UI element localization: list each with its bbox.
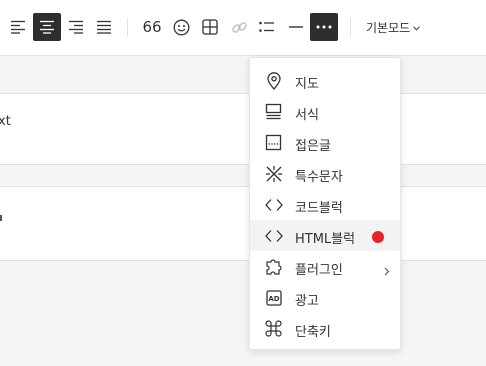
menu-item-label: 접은글 bbox=[295, 139, 331, 154]
align-justify-icon bbox=[96, 20, 112, 34]
menu-item-label: 광고 bbox=[295, 294, 319, 309]
map-pin-icon bbox=[264, 71, 283, 90]
chevron-down-icon bbox=[413, 20, 421, 34]
html-code-icon bbox=[264, 226, 283, 245]
quote-icon: 66 bbox=[142, 18, 162, 36]
editor-mode-label: 기본모드 bbox=[366, 20, 411, 35]
emoji-icon bbox=[173, 19, 190, 36]
align-right-icon bbox=[68, 20, 84, 34]
menu-item-ad[interactable]: AD 광고 bbox=[250, 282, 400, 313]
ad-icon: AD bbox=[264, 288, 283, 307]
align-left-button[interactable] bbox=[4, 13, 32, 41]
fold-icon bbox=[264, 133, 283, 152]
new-badge-dot bbox=[372, 231, 384, 243]
menu-item-map[interactable]: 지도 bbox=[250, 65, 400, 96]
code-icon bbox=[264, 195, 283, 214]
chevron-right-icon bbox=[384, 261, 390, 280]
menu-item-special-char[interactable]: 특수문자 bbox=[250, 158, 400, 189]
align-justify-button[interactable] bbox=[90, 13, 118, 41]
menu-item-plugin[interactable]: 플러그인 bbox=[250, 251, 400, 282]
table-icon bbox=[202, 19, 218, 35]
special-char-icon bbox=[264, 164, 283, 183]
menu-item-code-block[interactable]: 코드블럭 bbox=[250, 189, 400, 220]
menu-item-shortcuts[interactable]: 단축키 bbox=[250, 313, 400, 344]
template-icon bbox=[264, 102, 283, 121]
more-button[interactable] bbox=[310, 13, 338, 41]
editor-block[interactable]: xt bbox=[0, 93, 486, 165]
table-button[interactable] bbox=[196, 13, 224, 41]
editor-block-text: xt bbox=[0, 114, 11, 129]
more-options-menu: 지도 서식 접은글 특수문자 코드블럭 HTML블럭 플러그인 AD 광고 단축… bbox=[249, 57, 401, 350]
align-center-button[interactable] bbox=[33, 13, 61, 41]
menu-item-template[interactable]: 서식 bbox=[250, 96, 400, 127]
horizontal-rule-icon bbox=[288, 25, 304, 29]
command-icon bbox=[264, 319, 283, 338]
svg-text:AD: AD bbox=[268, 295, 279, 303]
toolbar-divider bbox=[350, 18, 351, 36]
menu-item-label: 플러그인 bbox=[295, 263, 343, 278]
editor-toolbar: 66 기본모드 bbox=[0, 0, 486, 56]
link-icon bbox=[231, 19, 248, 36]
menu-item-label: 서식 bbox=[295, 108, 319, 123]
text-cursor bbox=[0, 215, 2, 221]
align-right-button[interactable] bbox=[62, 13, 90, 41]
menu-item-label: 코드블럭 bbox=[295, 201, 343, 216]
list-button[interactable] bbox=[253, 13, 281, 41]
menu-item-html-block[interactable]: HTML블럭 bbox=[250, 220, 400, 251]
menu-item-label: HTML블럭 bbox=[295, 232, 356, 247]
emoji-button[interactable] bbox=[167, 13, 195, 41]
toolbar-divider bbox=[127, 18, 128, 36]
align-left-icon bbox=[10, 20, 26, 34]
list-icon bbox=[259, 21, 275, 33]
align-center-icon bbox=[39, 20, 55, 34]
editor-mode-select[interactable]: 기본모드 bbox=[366, 17, 421, 37]
editor-block[interactable] bbox=[0, 186, 486, 261]
menu-item-label: 특수문자 bbox=[295, 170, 343, 185]
more-icon bbox=[316, 25, 332, 29]
menu-item-label: 단축키 bbox=[295, 325, 331, 340]
horizontal-rule-button[interactable] bbox=[282, 13, 310, 41]
menu-item-label: 지도 bbox=[295, 77, 319, 92]
quote-button[interactable]: 66 bbox=[138, 13, 166, 41]
link-button[interactable] bbox=[225, 13, 253, 41]
menu-item-fold[interactable]: 접은글 bbox=[250, 127, 400, 158]
puzzle-icon bbox=[264, 257, 283, 276]
